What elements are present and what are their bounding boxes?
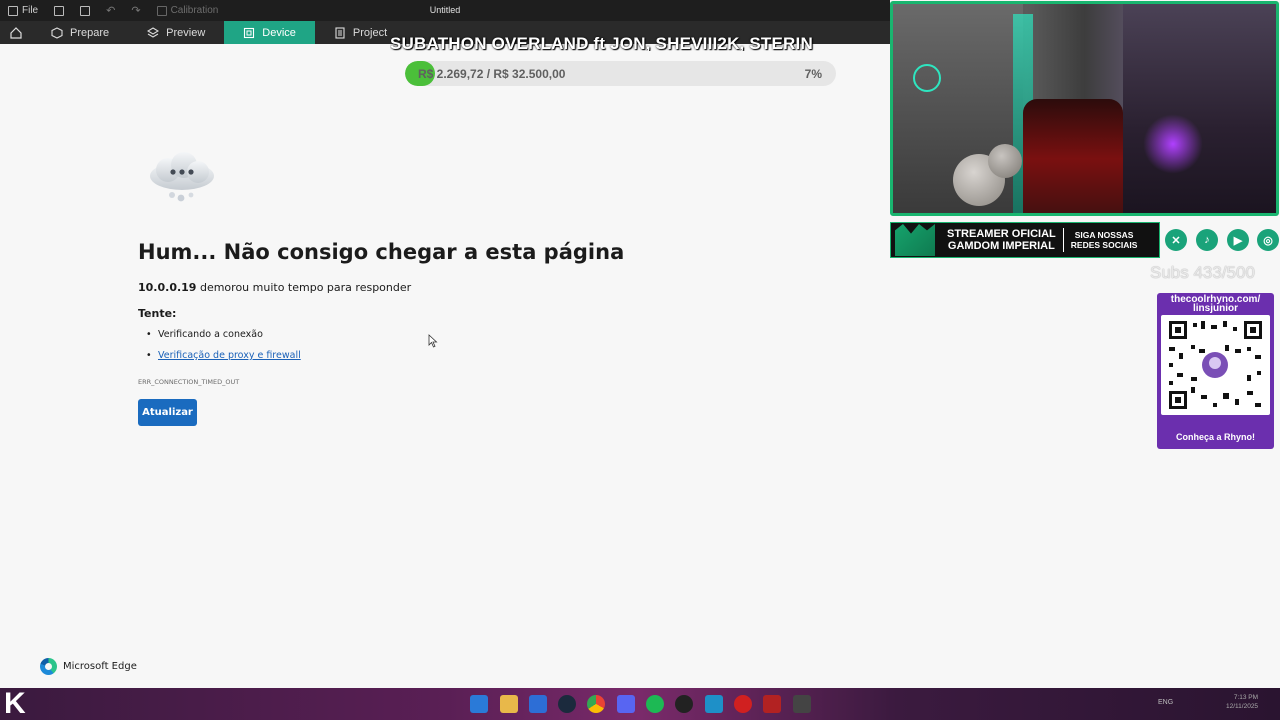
document-icon xyxy=(335,26,345,39)
error-heading: Hum... Não consigo chegar a esta página xyxy=(138,240,625,264)
x-twitter-icon: ✕ xyxy=(1165,229,1187,251)
edge-brand-label: Microsoft Edge xyxy=(63,661,137,672)
donation-goal-bar: R$ 2.269,72 / R$ 32.500,00 7% xyxy=(405,61,836,86)
webcam-feed xyxy=(890,1,1279,216)
screen: File ↶ ↷ Calibration Untitled Prepare Pr… xyxy=(0,0,1280,720)
voicemeeter-icon[interactable] xyxy=(763,695,781,713)
qr-code xyxy=(1161,315,1270,415)
tray-language[interactable]: ENG xyxy=(1158,699,1173,706)
tab-device-label: Device xyxy=(262,26,296,39)
edge-logo-icon xyxy=(40,658,57,675)
steam-icon[interactable] xyxy=(558,695,576,713)
refresh-button[interactable]: Atualizar xyxy=(138,399,197,426)
file-explorer-icon[interactable] xyxy=(500,695,518,713)
taskbar: K xyxy=(0,688,1280,720)
edge-brand: Microsoft Edge xyxy=(40,658,137,675)
tab-prepare[interactable]: Prepare xyxy=(32,21,128,44)
chrome-icon[interactable] xyxy=(587,695,605,713)
redo-button[interactable]: ↷ xyxy=(123,0,148,21)
calibration-icon xyxy=(156,5,167,16)
webcam-ball xyxy=(988,144,1022,178)
mouse-cursor-icon xyxy=(428,334,438,348)
taskbar-clock[interactable]: 7:13 PM 12/11/2025 xyxy=(1226,693,1258,711)
save-icon xyxy=(80,5,91,16)
qr-code-icon xyxy=(1169,321,1262,409)
webcam-background xyxy=(1123,4,1276,213)
subs-counter: Subs 433/500 xyxy=(1150,263,1255,282)
redo-icon: ↷ xyxy=(131,5,141,17)
file-menu-label: File xyxy=(22,5,39,16)
app-icon[interactable] xyxy=(793,695,811,713)
home-button[interactable] xyxy=(0,21,32,44)
device-icon xyxy=(244,27,255,38)
discord-icon[interactable] xyxy=(617,695,635,713)
suggestion-list: Verificando a conexão Verificação de pro… xyxy=(146,329,301,371)
webcam-neon-ring xyxy=(913,64,941,92)
file-menu[interactable]: File xyxy=(0,0,46,21)
error-message: 10.0.0.19 demorou muito tempo para respo… xyxy=(138,281,411,294)
overlay-logo-icon: K xyxy=(4,688,26,720)
tab-project-label: Project xyxy=(352,26,388,39)
banner-side-text: SIGA NOSSAS REDES SOCIAIS xyxy=(1071,230,1138,250)
subathon-title: SUBATHON OVERLAND ft JON, SHEVIII2K, STE… xyxy=(390,34,813,51)
file-icon xyxy=(8,5,18,16)
calibration-button[interactable]: Calibration xyxy=(149,0,227,21)
banner-line-2: GAMDOM IMPERIAL xyxy=(947,240,1055,252)
streamer-banner: STREAMER OFICIAL GAMDOM IMPERIAL SIGA NO… xyxy=(890,222,1160,258)
try-label: Tente: xyxy=(138,307,177,320)
webcam-purple-light xyxy=(1143,114,1203,174)
banner-line-1: STREAMER OFICIAL xyxy=(947,228,1056,240)
error-host: 10.0.0.19 xyxy=(138,281,197,294)
undo-button[interactable]: ↶ xyxy=(98,0,123,21)
banner-side-line-1: SIGA NOSSAS xyxy=(1074,230,1134,240)
calibration-label: Calibration xyxy=(170,5,219,16)
instagram-icon: ◎ xyxy=(1257,229,1279,251)
tab-preview[interactable]: Preview xyxy=(128,21,224,44)
tab-preview-label: Preview xyxy=(166,26,206,39)
list-icon xyxy=(54,5,65,16)
gamdom-logo-icon xyxy=(895,224,935,256)
qr-url-line-2: linsjunior xyxy=(1193,303,1238,314)
outlook-icon[interactable] xyxy=(529,695,547,713)
qr-caption: Conheça a Rhyno! xyxy=(1175,432,1255,442)
qr-url: thecoolrhyno.com/ linsjunior xyxy=(1157,295,1274,314)
error-description: demorou muito tempo para responder xyxy=(199,281,412,294)
banner-side-line-2: REDES SOCIAIS xyxy=(1070,240,1138,250)
home-icon xyxy=(10,26,22,39)
save-button[interactable] xyxy=(72,0,98,21)
qr-card: thecoolrhyno.com/ linsjunior Conheça a R… xyxy=(1157,293,1274,449)
webcam-chair xyxy=(1023,99,1123,213)
cube-icon xyxy=(51,26,63,39)
list-item: Verificando a conexão xyxy=(146,329,301,350)
cloud-error-icon xyxy=(150,152,214,202)
undo-icon: ↶ xyxy=(106,5,116,17)
app-icon[interactable] xyxy=(734,695,752,713)
list-item: Verificação de proxy e firewall xyxy=(146,350,301,371)
banner-divider xyxy=(1062,228,1064,252)
youtube-icon: ▶ xyxy=(1227,229,1249,251)
spotify-icon[interactable] xyxy=(646,695,664,713)
banner-main-text: STREAMER OFICIAL GAMDOM IMPERIAL xyxy=(947,228,1056,252)
tab-device[interactable]: Device xyxy=(224,21,315,44)
donation-goal-amount: R$ 2.269,72 / R$ 32.500,00 xyxy=(418,67,566,81)
obs-icon[interactable] xyxy=(675,695,693,713)
tab-prepare-label: Prepare xyxy=(70,26,110,39)
tiktok-icon: ♪ xyxy=(1196,229,1218,251)
clock-date: 12/11/2025 xyxy=(1226,703,1259,710)
proxy-firewall-link[interactable]: Verificação de proxy e firewall xyxy=(158,350,301,361)
layers-icon xyxy=(147,26,160,38)
list-button[interactable] xyxy=(46,0,72,21)
clock-time: 7:13 PM xyxy=(1233,694,1259,701)
suggestion-check-connection: Verificando a conexão xyxy=(158,329,263,340)
app-icon[interactable] xyxy=(705,695,723,713)
app-titlebar: File ↶ ↷ Calibration Untitled xyxy=(0,0,890,21)
start-icon[interactable] xyxy=(470,695,488,713)
donation-goal-percent: 7% xyxy=(804,67,822,81)
error-code: ERR_CONNECTION_TIMED_OUT xyxy=(138,378,240,386)
